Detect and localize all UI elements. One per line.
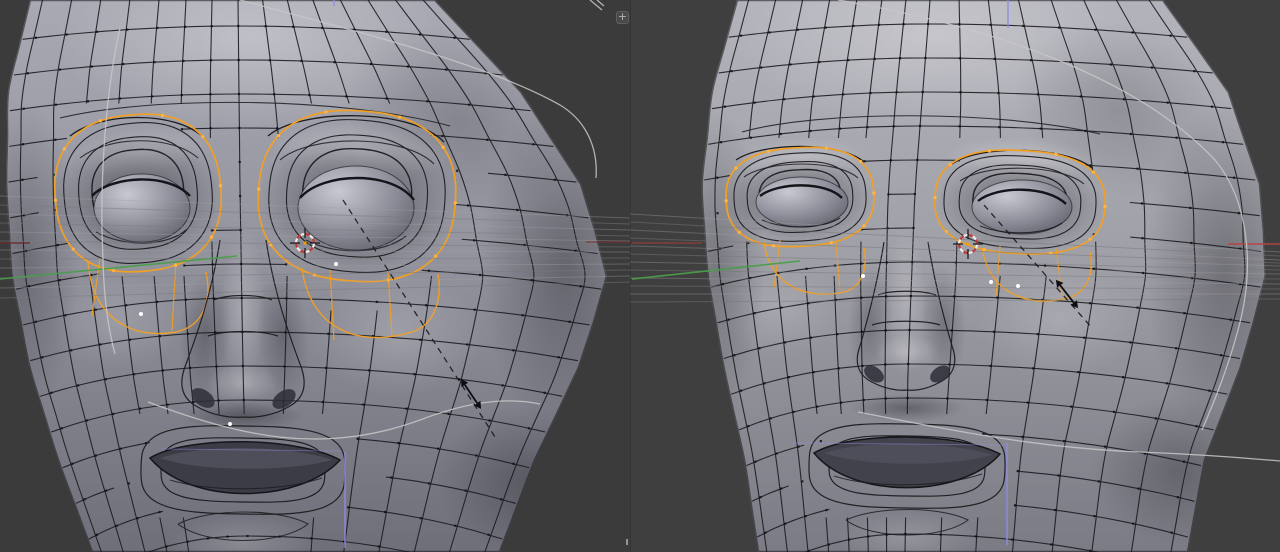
viewport-divider: [630, 0, 631, 552]
expand-region-button[interactable]: +: [616, 11, 629, 24]
active-vertex: [861, 274, 865, 278]
active-vertex: [989, 280, 993, 284]
active-vertex: [228, 422, 232, 426]
viewport-canvas[interactable]: [0, 0, 1280, 552]
active-vertex: [1016, 284, 1020, 288]
active-vertex: [334, 262, 338, 266]
add-region-icon: +: [617, 11, 628, 22]
blender-3d-view: +: [0, 0, 1280, 552]
active-vertex: [139, 312, 143, 316]
